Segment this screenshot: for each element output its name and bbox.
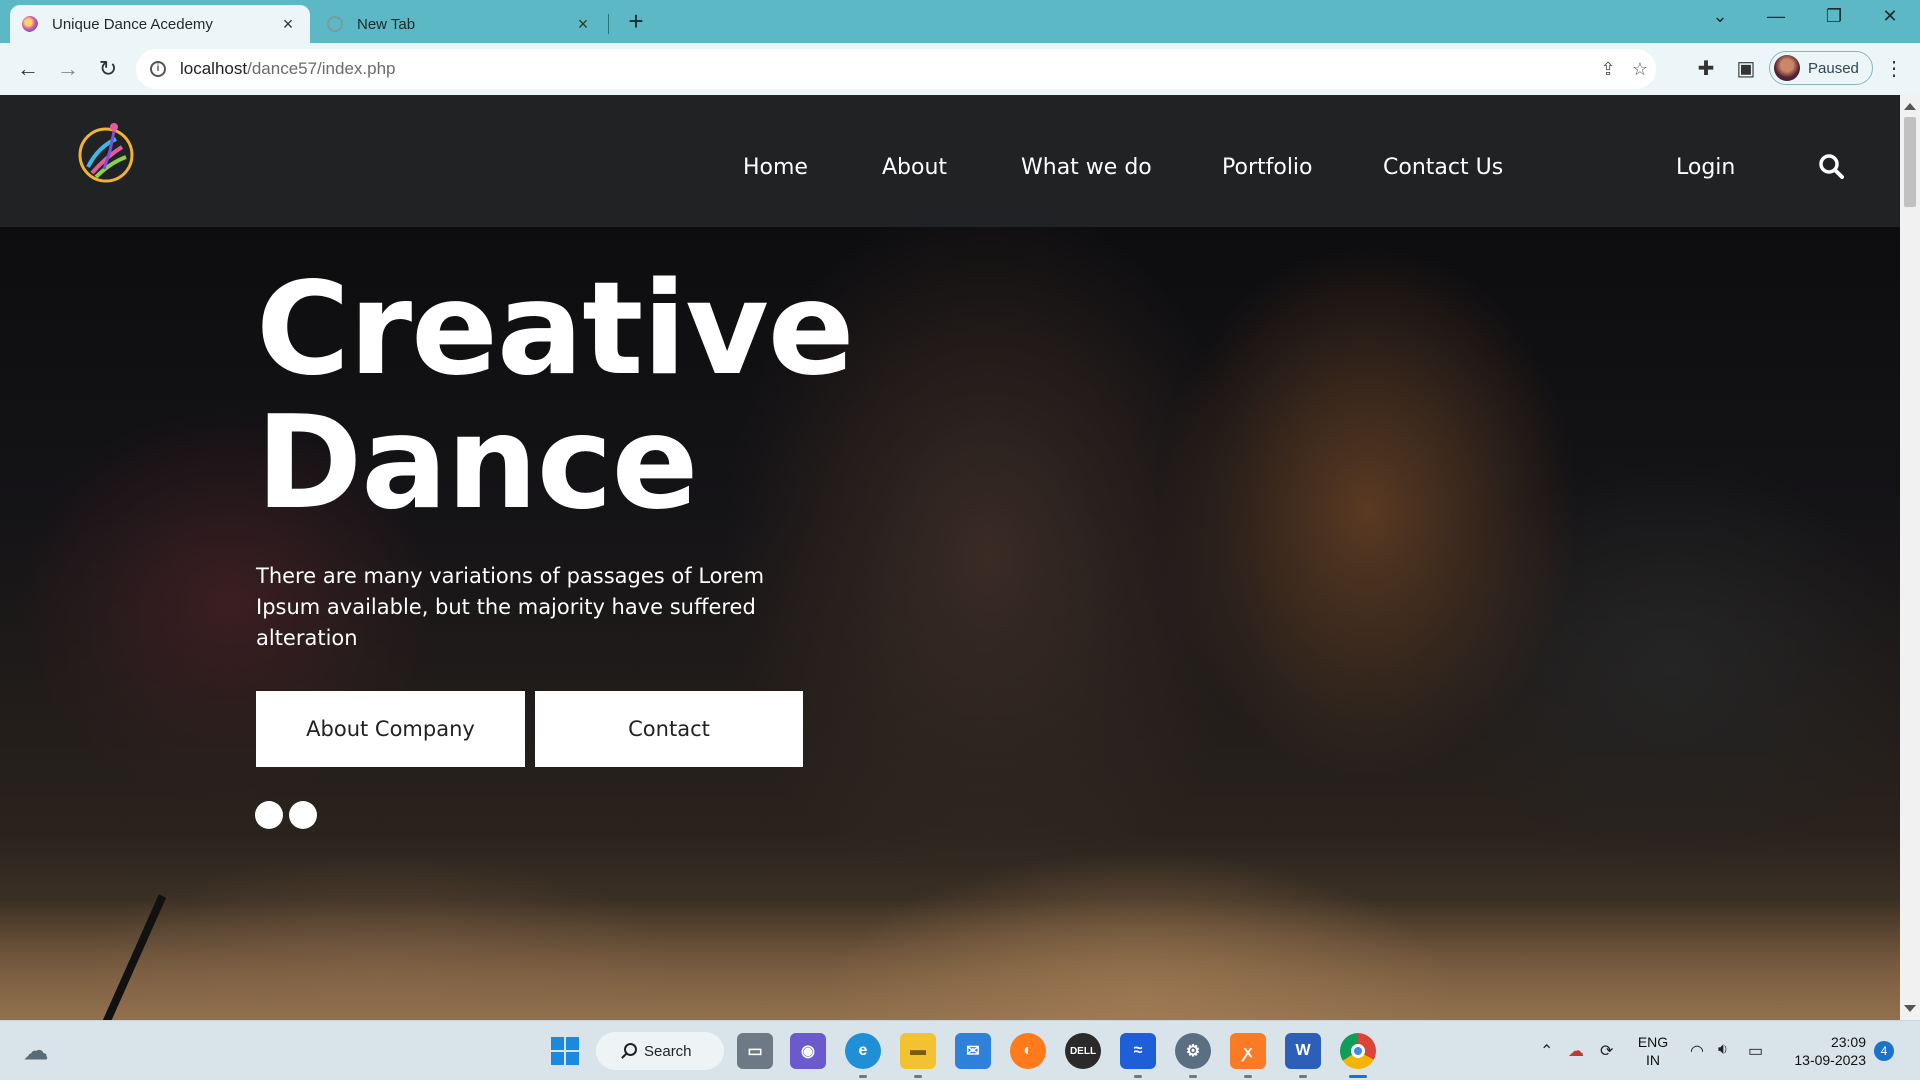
- language-code: ENG: [1637, 1034, 1669, 1050]
- running-indicator: [859, 1075, 867, 1078]
- back-arrow-icon[interactable]: ←: [14, 55, 42, 83]
- hero-subtitle: There are many variations of passages of…: [256, 564, 765, 650]
- language-indicator[interactable]: ENG IN: [1636, 1033, 1670, 1069]
- close-tab-icon[interactable]: ×: [573, 14, 593, 35]
- xampp-icon[interactable]: ꭗ: [1230, 1033, 1266, 1069]
- about-company-button[interactable]: About Company: [256, 691, 525, 767]
- teams-chat-icon[interactable]: ◉: [790, 1033, 826, 1069]
- side-panel-icon[interactable]: ▣: [1732, 55, 1760, 83]
- running-indicator: [1244, 1075, 1252, 1078]
- scroll-up-arrow-icon[interactable]: [1904, 103, 1916, 110]
- running-indicator-active: [1349, 1075, 1367, 1078]
- close-window-icon[interactable]: ✕: [1870, 6, 1910, 27]
- show-hidden-icons-chevron-icon[interactable]: ⌃: [1540, 1041, 1553, 1061]
- task-view-icon[interactable]: ▭: [737, 1033, 773, 1069]
- taskbar-search[interactable]: Search: [596, 1032, 724, 1070]
- tab-search-chevron-icon[interactable]: ⌄: [1700, 6, 1740, 27]
- browser-tab-strip: Unique Dance Acedemy × New Tab × + ⌄ — ❐…: [0, 0, 1920, 43]
- address-bar[interactable]: i localhost/dance57/index.php ⇪ ☆: [136, 49, 1656, 89]
- clock-time: 23:09: [1830, 1034, 1866, 1050]
- file-explorer-icon[interactable]: ▬: [900, 1033, 936, 1069]
- firefox-icon[interactable]: ◐: [1010, 1033, 1046, 1069]
- nav-login[interactable]: Login: [1676, 155, 1735, 180]
- new-tab-favicon-icon: [327, 16, 343, 32]
- tab-unique-dance-academy[interactable]: Unique Dance Acedemy ×: [10, 5, 310, 43]
- dev-tool-icon[interactable]: ≈: [1120, 1033, 1156, 1069]
- tab-new-tab[interactable]: New Tab ×: [315, 5, 605, 43]
- new-tab-plus-icon[interactable]: +: [622, 6, 650, 37]
- dell-icon[interactable]: DELL: [1065, 1033, 1101, 1069]
- bookmark-star-icon[interactable]: ☆: [1628, 57, 1652, 81]
- running-indicator: [1299, 1075, 1307, 1078]
- share-icon[interactable]: ⇪: [1596, 57, 1620, 81]
- restore-icon[interactable]: ❐: [1814, 6, 1854, 27]
- windows-taskbar: ☁ Search ▭ ◉ e ▬ ✉ ◐ DELL ≈ ⚙ ꭗ W ⌃ ☁ ⟳ …: [0, 1020, 1920, 1080]
- reload-icon[interactable]: ↻: [94, 55, 122, 83]
- running-indicator: [914, 1075, 922, 1078]
- battery-icon[interactable]: ▭: [1748, 1041, 1763, 1061]
- onedrive-error-icon[interactable]: ☁: [1568, 1041, 1584, 1061]
- nav-what-we-do[interactable]: What we do: [1021, 155, 1152, 180]
- nav-about[interactable]: About: [882, 155, 947, 180]
- mail-icon[interactable]: ✉: [955, 1033, 991, 1069]
- nav-home[interactable]: Home: [743, 155, 808, 180]
- edge-browser-icon[interactable]: e: [845, 1033, 881, 1069]
- extensions-puzzle-icon[interactable]: ✚: [1692, 55, 1720, 83]
- running-indicator: [1189, 1075, 1197, 1078]
- clock-date: 13-09-2023: [1794, 1052, 1866, 1068]
- word-icon[interactable]: W: [1285, 1033, 1321, 1069]
- nav-portfolio[interactable]: Portfolio: [1222, 155, 1313, 180]
- dance-favicon-icon: [22, 16, 38, 32]
- settings-gear-icon[interactable]: ⚙: [1175, 1033, 1211, 1069]
- hero-title: Creative Dance: [256, 255, 855, 538]
- clock[interactable]: 23:09 13-09-2023: [1786, 1033, 1866, 1069]
- hero-title-line-1: Creative: [256, 255, 855, 404]
- close-tab-icon[interactable]: ×: [278, 14, 298, 35]
- tab-title: Unique Dance Acedemy: [52, 15, 213, 33]
- search-magnifier-icon: [624, 1043, 637, 1056]
- running-indicator: [1134, 1075, 1142, 1078]
- forward-arrow-icon[interactable]: →: [54, 55, 82, 83]
- tab-title: New Tab: [357, 15, 416, 33]
- site-header: Home About What we do Portfolio Contact …: [0, 95, 1900, 227]
- tab-separator: [608, 14, 609, 34]
- search-icon[interactable]: [1818, 153, 1844, 179]
- scroll-down-arrow-icon[interactable]: [1904, 1005, 1916, 1012]
- hero-background-floor: [0, 900, 1900, 1020]
- sync-icon[interactable]: ⟳: [1600, 1041, 1613, 1061]
- scrollbar-thumb[interactable]: [1904, 117, 1916, 207]
- browser-menu-icon[interactable]: ⋮: [1880, 55, 1908, 83]
- hero-section: Home About What we do Portfolio Contact …: [0, 95, 1900, 1020]
- minimize-icon[interactable]: —: [1756, 6, 1796, 27]
- avatar: [1774, 55, 1800, 81]
- site-info-icon[interactable]: i: [150, 61, 166, 77]
- page-scrollbar[interactable]: [1900, 95, 1920, 1020]
- region-code: IN: [1646, 1052, 1660, 1068]
- start-windows-icon[interactable]: [547, 1033, 583, 1069]
- url-text: localhost/dance57/index.php: [180, 59, 396, 78]
- carousel-dot-2[interactable]: [289, 801, 317, 829]
- carousel-dot-1[interactable]: [255, 801, 283, 829]
- volume-icon[interactable]: 🔉︎: [1718, 1041, 1728, 1059]
- nav-contact-us[interactable]: Contact Us: [1383, 155, 1503, 180]
- wifi-icon[interactable]: ◠: [1690, 1041, 1704, 1061]
- browser-toolbar: ← → ↻ i localhost/dance57/index.php ⇪ ☆ …: [0, 43, 1920, 95]
- profile-status: Paused: [1808, 59, 1859, 77]
- weather-widget-icon[interactable]: ☁: [18, 1033, 54, 1069]
- hero-title-line-2: Dance: [256, 389, 698, 538]
- profile-button[interactable]: Paused: [1769, 51, 1873, 85]
- notification-badge[interactable]: 4: [1874, 1041, 1894, 1061]
- dancer-logo-icon[interactable]: [76, 117, 136, 187]
- taskbar-search-label: Search: [644, 1042, 692, 1060]
- contact-button[interactable]: Contact: [535, 691, 803, 767]
- chrome-icon[interactable]: [1340, 1033, 1376, 1069]
